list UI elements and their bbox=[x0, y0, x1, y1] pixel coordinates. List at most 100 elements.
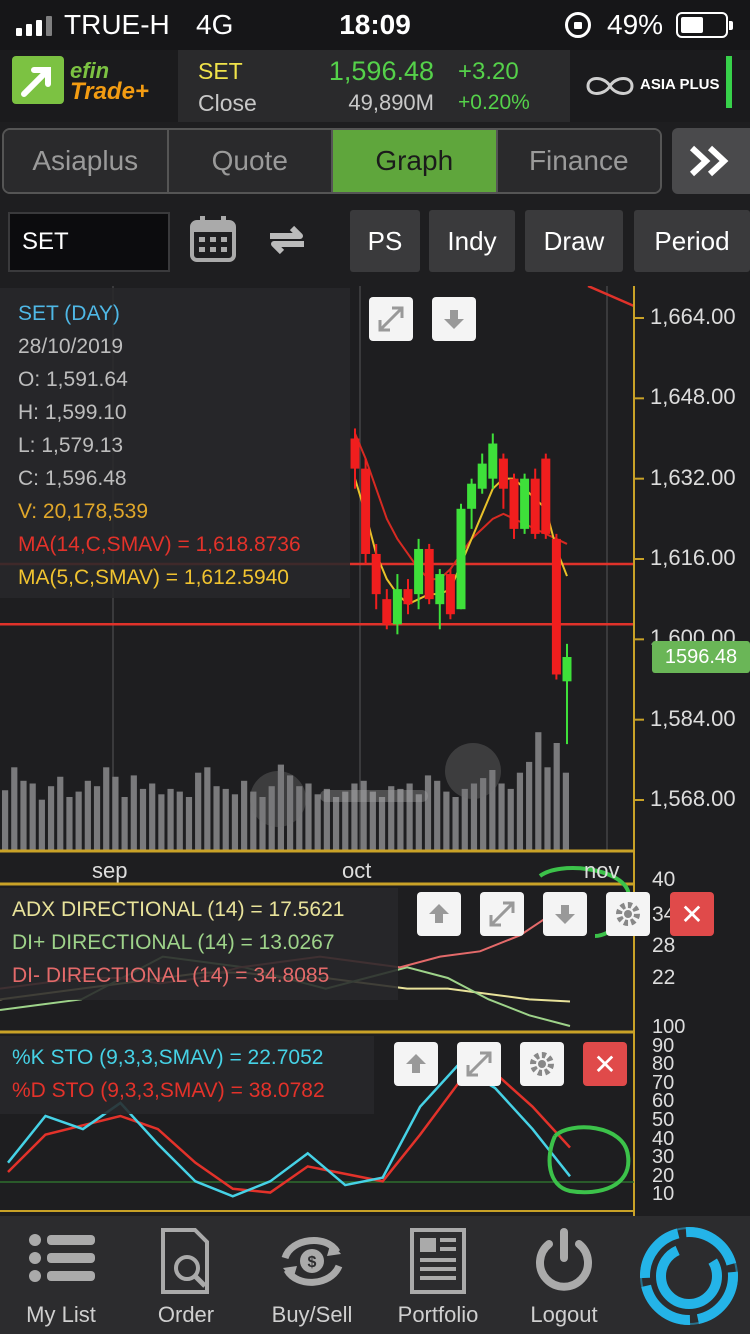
volume-bar bbox=[507, 788, 514, 851]
volume-bar bbox=[305, 783, 312, 851]
volume-bar bbox=[222, 788, 229, 851]
high-value: H: 1,599.10 bbox=[18, 401, 127, 424]
logo-text-trade: Trade+ bbox=[70, 78, 149, 105]
quote-symbol: SET bbox=[198, 58, 243, 84]
expand-icon[interactable] bbox=[369, 297, 413, 341]
period-button[interactable]: Period bbox=[634, 210, 750, 272]
close-icon[interactable]: ✕ bbox=[670, 892, 714, 936]
sto-d-value: %D STO (9,3,3,SMAV) = 38.0782 bbox=[12, 1079, 325, 1102]
nav-logout[interactable]: Logout bbox=[502, 1216, 626, 1334]
nav-app-logo[interactable] bbox=[628, 1216, 750, 1334]
tab-quote[interactable]: Quote bbox=[168, 130, 333, 192]
nav-label: Buy/Sell bbox=[271, 1302, 353, 1327]
volume-bar bbox=[93, 786, 101, 851]
gear-icon[interactable] bbox=[520, 1042, 564, 1086]
volume-bar bbox=[378, 797, 386, 851]
ps-button[interactable]: PS bbox=[350, 210, 420, 272]
nav-order[interactable]: Order bbox=[124, 1216, 248, 1334]
chart-area[interactable]: sep oct nov 1,664.00 1,648.00 1,632.00 1… bbox=[0, 284, 750, 1216]
volume-bar bbox=[176, 791, 183, 851]
gear-icon[interactable] bbox=[606, 892, 650, 936]
volume-bar bbox=[2, 790, 9, 851]
volume-bar bbox=[167, 788, 174, 851]
volume-bar bbox=[434, 780, 441, 851]
candle-body bbox=[456, 508, 466, 610]
close-icon[interactable]: ✕ bbox=[583, 1042, 627, 1086]
svg-text:$: $ bbox=[308, 1254, 317, 1271]
quote-close-label: Close bbox=[198, 90, 257, 116]
candle-body bbox=[382, 599, 392, 625]
battery-percent: 49% bbox=[607, 9, 664, 40]
price-label: 1,568.00 bbox=[650, 786, 736, 811]
sto-info-box: %K STO (9,3,3,SMAV) = 22.7052 %D STO (9,… bbox=[0, 1036, 374, 1114]
ma5-value: MA(5,C,SMAV) = 1,612.5940 bbox=[18, 566, 289, 589]
volume-bar bbox=[332, 797, 340, 851]
volume-bar bbox=[47, 786, 55, 851]
candle-body bbox=[520, 478, 530, 529]
bottom-nav: My List Order $ Buy/Sell Portfolio Logou… bbox=[0, 1216, 750, 1334]
tab-finance[interactable]: Finance bbox=[497, 130, 660, 192]
expand-icon[interactable] bbox=[457, 1042, 501, 1086]
price-label: 1,584.00 bbox=[650, 706, 736, 731]
adx-scale-label: 22 bbox=[652, 966, 676, 989]
adx-scale-label: 28 bbox=[652, 934, 676, 957]
candle-body bbox=[477, 463, 487, 489]
nav-my-list[interactable]: My List bbox=[0, 1216, 122, 1334]
candle-body bbox=[551, 538, 561, 675]
price-label: 1,616.00 bbox=[650, 545, 736, 570]
candle-body bbox=[435, 574, 445, 605]
candle-body bbox=[562, 657, 572, 682]
nav-portfolio[interactable]: Portfolio bbox=[376, 1216, 500, 1334]
expand-icon[interactable] bbox=[480, 892, 524, 936]
draw-button[interactable]: Draw bbox=[525, 210, 623, 272]
nav-buy-sell[interactable]: $ Buy/Sell bbox=[250, 1216, 374, 1334]
nav-label: Logout bbox=[530, 1302, 598, 1327]
brand-name: ASIA PLUS bbox=[640, 76, 720, 93]
ohlc-info-box: SET (DAY) 28/10/2019 O: 1,591.64 H: 1,59… bbox=[0, 288, 350, 598]
di-plus-value: DI+ DIRECTIONAL (14) = 13.0267 bbox=[12, 931, 335, 954]
volume-bar bbox=[57, 776, 64, 851]
move-up-icon[interactable] bbox=[417, 892, 461, 936]
tab-asiaplus[interactable]: Asiaplus bbox=[4, 130, 169, 192]
bar-date: 28/10/2019 bbox=[18, 335, 124, 358]
volume-bar bbox=[103, 767, 110, 851]
candle-body bbox=[414, 548, 424, 595]
index-quote-box[interactable]: SET Close 1,596.48 49,890M +3.20 +0.20% bbox=[178, 50, 570, 122]
volume-bar bbox=[516, 772, 524, 851]
move-up-icon[interactable] bbox=[394, 1042, 438, 1086]
refresh-icon[interactable] bbox=[262, 214, 318, 270]
candle-body bbox=[445, 574, 455, 615]
quote-change: +3.20 bbox=[458, 58, 519, 85]
volume-bar bbox=[204, 767, 211, 851]
open-value: O: 1,591.64 bbox=[18, 368, 128, 391]
volume-bar bbox=[130, 775, 137, 851]
tab-graph[interactable]: Graph bbox=[333, 130, 498, 192]
volume-bar bbox=[195, 772, 202, 851]
candle-body bbox=[541, 458, 551, 534]
order-search-icon bbox=[161, 1228, 209, 1294]
move-down-icon[interactable] bbox=[432, 297, 476, 341]
double-chevron-right-icon[interactable] bbox=[672, 128, 750, 194]
status-bar: TRUE-H 4G 18:09 49% bbox=[0, 0, 750, 50]
candle-body bbox=[530, 478, 540, 534]
candle-body bbox=[403, 589, 413, 605]
quote-change-pct: +0.20% bbox=[458, 91, 530, 114]
symbol-input[interactable] bbox=[8, 212, 170, 272]
move-down-icon[interactable] bbox=[543, 892, 587, 936]
nav-label: Order bbox=[157, 1302, 215, 1327]
brand-accent-bar bbox=[726, 56, 732, 108]
battery-icon bbox=[676, 12, 733, 38]
volume-bar bbox=[29, 783, 36, 851]
volume-bar bbox=[139, 788, 147, 851]
calendar-icon[interactable] bbox=[188, 214, 244, 270]
app-logo-icon bbox=[640, 1227, 738, 1325]
chart-toolbar: PS Indy Draw Period bbox=[0, 200, 750, 286]
rotation-lock-icon bbox=[565, 12, 591, 38]
volume-bar bbox=[535, 732, 542, 851]
asia-plus-logo: ASIA PLUS bbox=[580, 68, 730, 104]
indicator-button[interactable]: Indy bbox=[429, 210, 515, 272]
volume-bar bbox=[213, 786, 220, 851]
list-icon bbox=[29, 1234, 95, 1282]
volume-bar bbox=[75, 791, 82, 851]
candle-body bbox=[498, 458, 508, 489]
